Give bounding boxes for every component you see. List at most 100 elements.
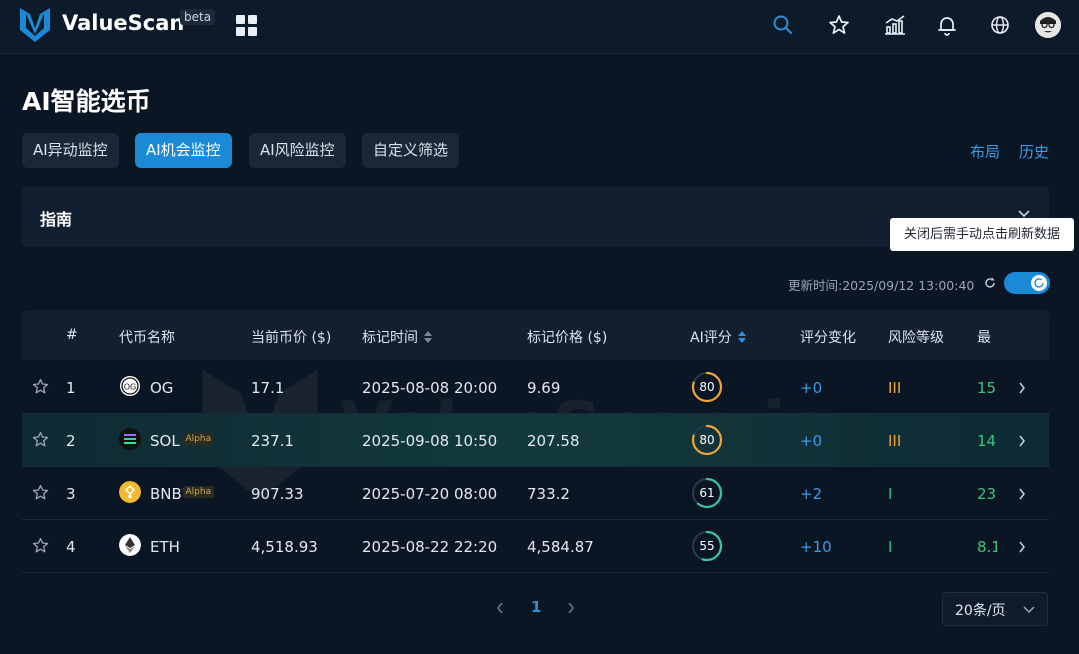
update-time: 更新时间:2025/09/12 13:00:40 [788, 278, 975, 293]
mark-price: 733.2 [527, 485, 570, 503]
bell-icon[interactable] [935, 13, 959, 37]
mark-time: 2025-08-22 22:20 [362, 538, 498, 556]
auto-refresh-toggle[interactable] [1004, 272, 1050, 294]
current-price: 907.33 [251, 485, 304, 503]
valuescan-logo-icon[interactable] [20, 8, 50, 42]
col-ai-score[interactable]: AI评分 [690, 327, 746, 347]
auto-refresh-tooltip: 关闭后需手动点击刷新数据 [890, 218, 1074, 251]
ai-score-value: 80 [699, 433, 715, 447]
table-header: # 代币名称 当前币价 ($) 标记时间 标记价格 ($) AI评分 评分变化 … [22, 310, 1049, 360]
toggle-knob [1031, 275, 1047, 291]
row-index: 4 [66, 538, 76, 556]
col-mark-price: 标记价格 ($) [527, 330, 608, 346]
mark-time: 2025-08-08 20:00 [362, 379, 498, 397]
favorite-star-icon[interactable] [32, 484, 49, 501]
risk-level: I [888, 538, 893, 556]
guide-title: 指南 [40, 210, 73, 229]
col-mark-time[interactable]: 标记时间 [362, 327, 432, 347]
chart-icon[interactable] [883, 13, 907, 37]
ai-score-value: 80 [699, 380, 715, 394]
col-ai-score-label: AI评分 [690, 330, 732, 346]
page-size-value: 20条/页 [955, 603, 1006, 619]
brand-name[interactable]: ValueScan [62, 11, 184, 35]
favorite-star-icon[interactable] [32, 378, 49, 395]
chevron-right-icon[interactable] [1018, 488, 1026, 500]
col-max: 最 [977, 330, 991, 346]
row-index: 1 [66, 379, 76, 397]
col-mark-time-label: 标记时间 [362, 330, 418, 346]
score-change: +0 [800, 379, 823, 397]
favorites-star-icon[interactable] [827, 13, 851, 37]
current-price: 17.1 [251, 379, 285, 397]
mark-price: 9.69 [527, 379, 561, 397]
token-name[interactable]: ETH [150, 538, 180, 556]
user-avatar[interactable] [1035, 12, 1061, 38]
tab-custom-filter[interactable]: 自定义筛选 [362, 133, 460, 168]
table-row[interactable]: 2 SOL Alpha 237.1 2025-09-08 10:50 207.58 80 +0… [22, 414, 1049, 467]
max-value: 23 [977, 485, 997, 503]
top-navbar: ValueScan beta [0, 0, 1079, 54]
avatar-face-icon [1035, 12, 1061, 38]
current-price: 4,518.93 [251, 538, 318, 556]
coin-eth-icon [119, 534, 141, 556]
token-name[interactable]: BNB [150, 485, 182, 503]
history-link[interactable]: 历史 [1019, 141, 1049, 162]
beta-badge: beta [180, 9, 216, 25]
prev-page-icon[interactable] [496, 602, 504, 614]
risk-level: III [888, 379, 902, 397]
score-change: +2 [800, 485, 823, 503]
token-name[interactable]: SOL [150, 432, 180, 450]
chevron-down-icon [1023, 606, 1035, 614]
col-index: # [66, 327, 78, 343]
chevron-right-icon[interactable] [1018, 382, 1026, 394]
col-score-change: 评分变化 [800, 330, 856, 346]
coin-og-icon: OG [120, 376, 140, 396]
svg-text:OG: OG [124, 383, 137, 392]
favorite-star-icon[interactable] [32, 431, 49, 448]
row-index: 3 [66, 485, 76, 503]
col-risk-level: 风险等级 [888, 330, 944, 346]
globe-icon[interactable] [988, 13, 1012, 37]
sort-active-icon[interactable] [737, 331, 746, 343]
coin-sol-icon [119, 428, 141, 450]
chevron-down-icon[interactable] [1018, 210, 1030, 218]
risk-level: I [888, 485, 893, 503]
table-row[interactable]: 3 BNB Alpha 907.33 2025-07-20 08:00 733.2 61 +2… [22, 467, 1049, 520]
alpha-badge: Alpha [182, 486, 215, 498]
mark-price: 207.58 [527, 432, 580, 450]
chevron-right-icon[interactable] [1018, 435, 1026, 447]
ai-score-value: 55 [699, 539, 715, 553]
mark-price: 4,584.87 [527, 538, 594, 556]
token-name[interactable]: OG [150, 379, 173, 397]
score-change: +0 [800, 432, 823, 450]
max-value: 8.1 [977, 538, 997, 556]
toggle-refresh-icon [1034, 278, 1044, 288]
alpha-badge: Alpha [182, 433, 215, 445]
table-row[interactable]: 1 OG OG 17.1 2025-08-08 20:00 9.69 80 +0 III 158 [22, 361, 1049, 414]
sort-icon[interactable] [424, 331, 432, 343]
page-title: AI智能选币 [22, 87, 151, 116]
col-token-name: 代币名称 [119, 330, 175, 346]
layout-link[interactable]: 布局 [970, 141, 1000, 162]
max-value: 14. [977, 432, 997, 450]
mark-time: 2025-07-20 08:00 [362, 485, 498, 503]
tab-ai-opportunity-monitor[interactable]: AI机会监控 [135, 133, 232, 168]
mark-time: 2025-09-08 10:50 [362, 432, 498, 450]
refresh-icon[interactable] [984, 277, 996, 289]
tab-ai-anomaly-monitor[interactable]: AI异动监控 [22, 133, 119, 168]
tab-ai-risk-monitor[interactable]: AI风险监控 [249, 133, 346, 168]
current-page[interactable]: 1 [531, 598, 541, 616]
favorite-star-icon[interactable] [32, 537, 49, 554]
table-row[interactable]: 4 ETH 4,518.93 2025-08-22 22:20 4,584.87 55 +1… [22, 520, 1049, 573]
coin-bnb-icon [119, 481, 141, 503]
chevron-right-icon[interactable] [1018, 541, 1026, 553]
page-size-select[interactable]: 20条/页 [942, 592, 1048, 626]
ai-score-value: 61 [699, 486, 715, 500]
next-page-icon[interactable] [567, 602, 575, 614]
search-icon[interactable] [771, 13, 795, 37]
score-change: +10 [800, 538, 832, 556]
row-index: 2 [66, 432, 76, 450]
apps-grid-icon[interactable] [236, 15, 258, 37]
col-current-price: 当前币价 ($) [251, 330, 332, 346]
current-price: 237.1 [251, 432, 294, 450]
